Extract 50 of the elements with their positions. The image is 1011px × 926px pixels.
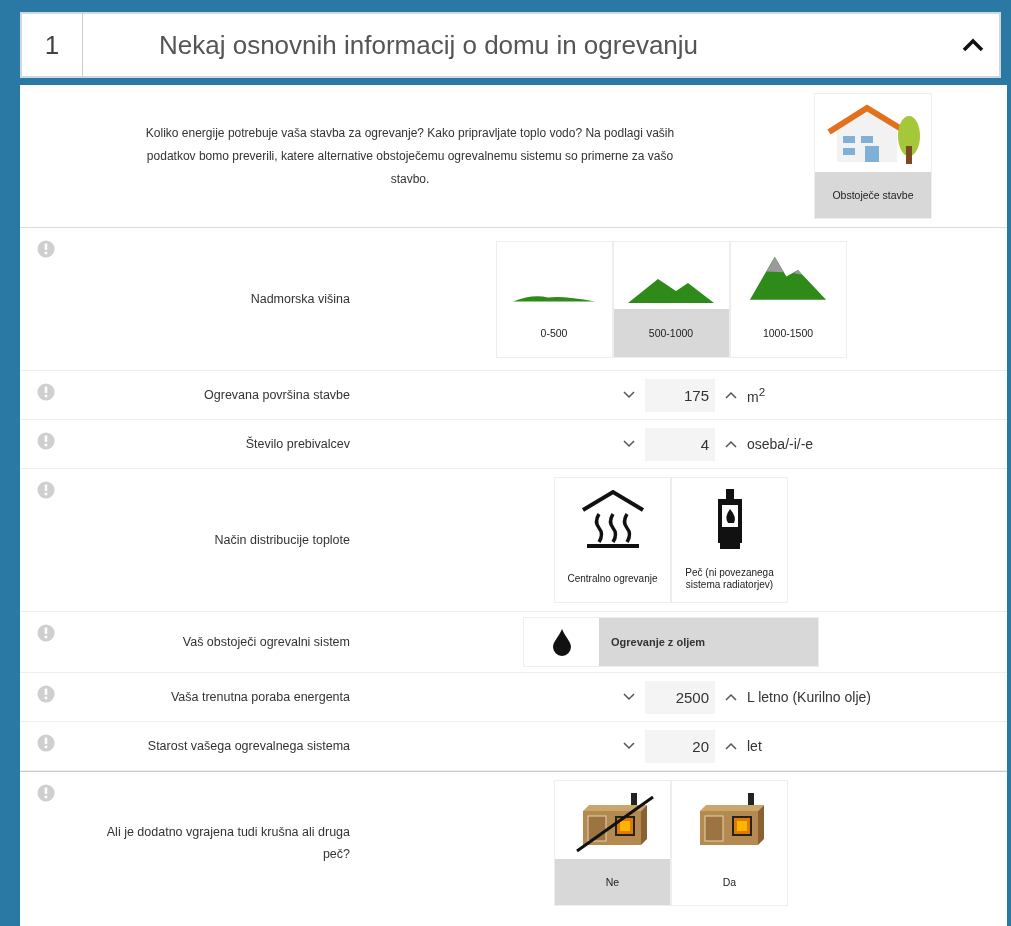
increase-chevron-icon[interactable] bbox=[725, 742, 737, 750]
decrease-chevron-icon[interactable] bbox=[623, 742, 635, 750]
increase-chevron-icon[interactable] bbox=[725, 440, 737, 448]
unit-label: L letno (Kurilno olje) bbox=[747, 689, 871, 705]
decrease-chevron-icon[interactable] bbox=[623, 391, 635, 399]
tile-label: 0-500 bbox=[539, 325, 569, 341]
building-type-tile[interactable]: Obstoječe stavbe bbox=[814, 93, 932, 219]
stove-icon bbox=[716, 488, 743, 550]
field-label: Ali je dodatno vgrajena tudi krušna ali druga peč? bbox=[105, 824, 350, 863]
unit-label: m$^{2}$ bbox=[747, 385, 766, 405]
tile-label: 1000-1500 bbox=[761, 325, 815, 341]
section-title: Nekaj osnovnih informacij o domu in ogrevanju bbox=[158, 29, 700, 61]
option-tile[interactable]: 0-500 bbox=[495, 240, 613, 358]
select-value: Ogrevanje z oljem bbox=[599, 618, 818, 666]
option-tile[interactable]: Ne bbox=[554, 780, 671, 906]
tile-label: Peč (ni povezanega sistema radiatorjev) bbox=[684, 566, 775, 592]
heating-system-select[interactable]: Ogrevanje z oljem bbox=[523, 617, 819, 667]
field-label: Starost vašega ogrevalnega sistema bbox=[147, 738, 350, 755]
unit-label: oseba/-i/-e bbox=[747, 436, 814, 452]
tile-label: Da bbox=[721, 875, 738, 890]
field-label: Vaš obstoječi ogrevalni sistem bbox=[182, 634, 350, 651]
tile-label: 500-1000 bbox=[613, 308, 729, 357]
section-number: 1 bbox=[22, 13, 83, 77]
section-header[interactable]: 1 Nekaj osnovnih informacij o domu in ogrevanju bbox=[20, 12, 1001, 78]
unit-label: let bbox=[747, 738, 762, 754]
field-label: Vaša trenutna poraba energenta bbox=[170, 689, 350, 706]
field-label: Način distribucije toplote bbox=[214, 532, 350, 549]
option-tile[interactable]: Da bbox=[671, 780, 788, 906]
increase-chevron-icon[interactable] bbox=[725, 391, 737, 399]
field-label: Število prebivalcev bbox=[245, 435, 350, 453]
increase-chevron-icon[interactable] bbox=[725, 693, 737, 701]
tile-label: Centralno ogrevanje bbox=[566, 572, 659, 586]
intro-text: Koliko energije potrebuje vaša stavba za ogrevanje? Kako pripravljate toplo vodo? Na podlagi vaših podatkov bomo preverili, katere alternative obstoječemu ogrevalnemu sistemu so primerne za vašo stavbo. bbox=[144, 124, 676, 188]
decrease-chevron-icon[interactable] bbox=[623, 693, 635, 701]
tile-label: Obstoječe stavbe bbox=[815, 172, 931, 218]
number-field[interactable]: 20 bbox=[645, 729, 715, 763]
collapse-caret-icon[interactable] bbox=[961, 37, 985, 53]
tile-label: Ne bbox=[555, 859, 670, 905]
field-label: Ogrevana površina stavbe bbox=[204, 387, 350, 404]
option-tile[interactable]: Peč (ni povezanega sistema radiatorjev) bbox=[671, 477, 788, 603]
option-tile[interactable]: 1000-1500 bbox=[729, 240, 847, 358]
number-field[interactable]: 2500 bbox=[645, 680, 715, 714]
number-field[interactable]: 175 bbox=[645, 378, 715, 412]
option-tile[interactable]: Centralno ogrevanje bbox=[554, 477, 671, 603]
hills-icon bbox=[627, 277, 715, 303]
oil-drop-icon bbox=[551, 628, 572, 656]
decrease-chevron-icon[interactable] bbox=[623, 440, 635, 448]
number-field[interactable]: 4 bbox=[645, 427, 715, 461]
field-label: Nadmorska višina bbox=[250, 291, 350, 308]
option-tile[interactable]: 500-1000 bbox=[612, 240, 730, 358]
